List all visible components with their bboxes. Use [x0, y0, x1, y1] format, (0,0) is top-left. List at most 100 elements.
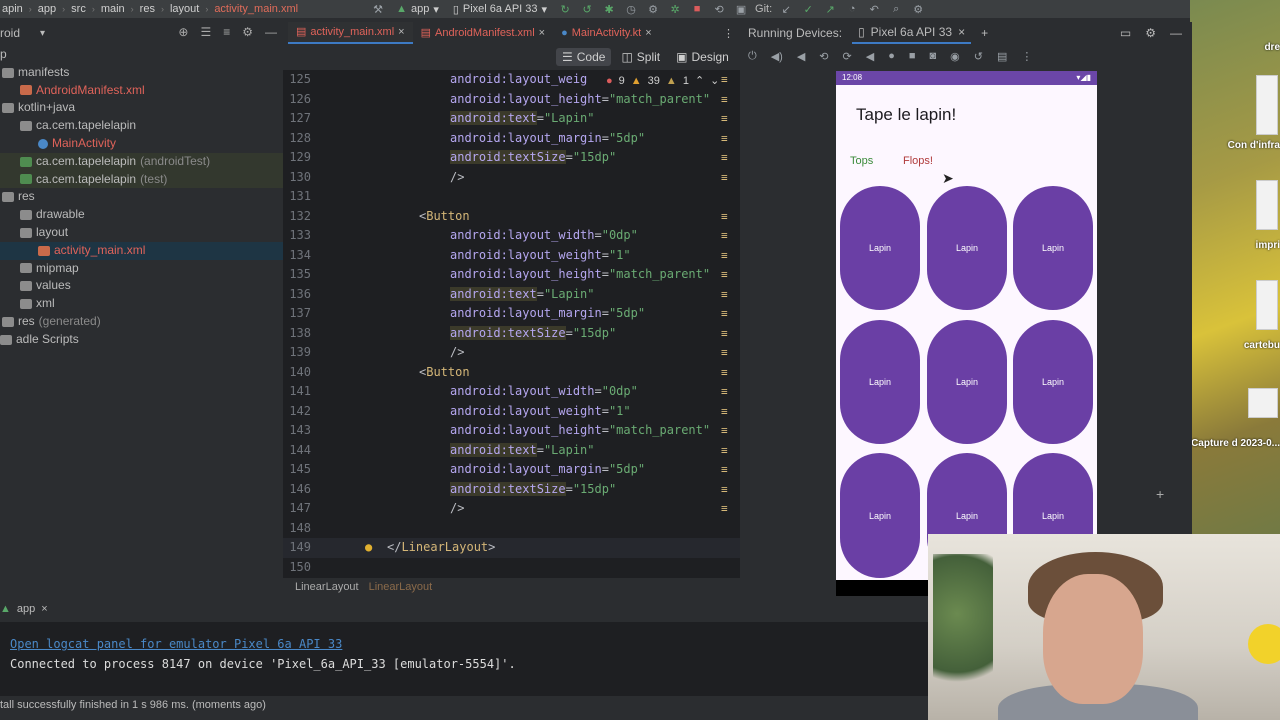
desktop-image-icon[interactable]	[1248, 388, 1278, 418]
close-icon[interactable]: ×	[958, 21, 965, 43]
tree-item[interactable]: ca.cem.tapelelapin (test)	[0, 170, 283, 189]
tree-item[interactable]: drawable	[0, 206, 283, 224]
lapin-button[interactable]: Lapin	[840, 186, 920, 310]
split-mode-button[interactable]: ◫ Split	[615, 48, 666, 66]
breadcrumb-project[interactable]: apin	[2, 3, 23, 15]
code-line[interactable]: 143 android:layout_height="match_parent" ≡	[283, 421, 740, 441]
tree-item[interactable]: adle Scripts	[0, 331, 283, 349]
expand-all-icon[interactable]: ≡	[223, 25, 230, 39]
zoom-in-icon[interactable]: +	[1156, 486, 1164, 502]
git-commit-icon[interactable]: ✓	[800, 3, 816, 16]
desktop-label[interactable]: dre	[1264, 42, 1280, 53]
lapin-button[interactable]: Lapin	[1013, 186, 1093, 310]
code-line[interactable]: 142 android:layout_weight="1" ≡	[283, 402, 740, 422]
minimize-icon[interactable]: —	[1170, 26, 1182, 40]
device-tab[interactable]: ▯ Pixel 6a API 33 ×	[852, 21, 972, 44]
tab-activity-main[interactable]: ▤ activity_main.xml ×	[288, 22, 413, 44]
close-icon[interactable]: ×	[645, 22, 651, 44]
code-line[interactable]: 129 android:textSize="15dp" ≡	[283, 148, 740, 168]
power-icon[interactable]: ⏻	[748, 50, 757, 63]
camera-icon[interactable]: ◙	[930, 50, 937, 63]
volume-down-icon[interactable]: ◀	[797, 50, 805, 63]
code-line[interactable]: 137 android:layout_margin="5dp" ≡	[283, 304, 740, 324]
lapin-button[interactable]: Lapin	[1013, 320, 1093, 444]
record-icon[interactable]: ◉	[950, 50, 960, 63]
tab-main-activity[interactable]: ● MainActivity.kt ×	[553, 22, 660, 44]
breadcrumb-main[interactable]: main	[101, 3, 125, 15]
add-device-icon[interactable]: +	[981, 26, 988, 40]
chevron-up-icon[interactable]: ⌃	[695, 74, 704, 87]
code-line[interactable]: 126 android:layout_height="match_parent" ≡	[283, 90, 740, 110]
locate-icon[interactable]: ⊕	[178, 25, 188, 39]
breadcrumb-root[interactable]: LinearLayout	[295, 581, 359, 593]
tree-item[interactable]: MainActivity	[0, 135, 283, 153]
code-line[interactable]: 138 android:textSize="15dp" ≡	[283, 324, 740, 344]
run-tool-tab[interactable]: ▲ app ×	[0, 600, 740, 618]
code-line[interactable]: 127 android:text="Lapin" ≡	[283, 109, 740, 129]
sync-icon[interactable]: ⟲	[711, 3, 727, 16]
close-icon[interactable]: ×	[398, 21, 404, 43]
chevron-down-icon[interactable]: ⌄	[710, 74, 719, 87]
tree-item[interactable]: layout	[0, 224, 283, 242]
apply-changes-icon[interactable]: ↺	[579, 3, 595, 16]
code-line[interactable]: 135 android:layout_height="match_parent" ≡	[283, 265, 740, 285]
snapshot-icon[interactable]: ↺	[974, 50, 983, 63]
breadcrumb-file[interactable]: activity_main.xml	[214, 3, 298, 15]
code-line[interactable]: 136 android:text="Lapin" ≡	[283, 285, 740, 305]
tree-item[interactable]: res (generated)	[0, 313, 283, 331]
device-select[interactable]: ▯ Pixel 6a API 33 ▾	[449, 3, 551, 16]
code-mode-button[interactable]: ☰ Code	[556, 48, 612, 66]
extended-controls-icon[interactable]: ▤	[997, 50, 1007, 63]
lapin-button[interactable]: Lapin	[927, 320, 1007, 444]
code-line[interactable]: 144 android:text="Lapin" ≡	[283, 441, 740, 461]
desktop-file-icon[interactable]	[1256, 75, 1278, 135]
volume-up-icon[interactable]: ◀)	[771, 50, 783, 63]
code-line[interactable]: 147 /> ≡	[283, 499, 740, 519]
rerun-icon[interactable]: ↻	[557, 3, 573, 16]
tree-item[interactable]: ca.cem.tapelelapin	[0, 117, 283, 135]
gear-icon[interactable]: ⚙	[1145, 26, 1156, 40]
desktop-label[interactable]: impri	[1256, 240, 1280, 251]
tree-item[interactable]: manifests	[0, 64, 283, 82]
desktop-label[interactable]: Capture d 2023-0...	[1190, 438, 1280, 449]
design-mode-button[interactable]: ▣ Design	[670, 48, 735, 66]
code-line[interactable]: 150	[283, 558, 740, 578]
breadcrumb-layout[interactable]: layout	[170, 3, 199, 15]
tree-item[interactable]: p	[0, 46, 283, 64]
code-line[interactable]: 130 /> ≡	[283, 168, 740, 188]
tree-item[interactable]: res	[0, 188, 283, 206]
hammer-icon[interactable]: ⚒	[370, 3, 386, 16]
window-layout-icon[interactable]: ▭	[1120, 26, 1131, 40]
code-line[interactable]: 145 android:layout_margin="5dp" ≡	[283, 460, 740, 480]
history-icon[interactable]: ◔	[844, 3, 860, 15]
desktop-label[interactable]: Con d'infra	[1190, 140, 1280, 151]
tree-item[interactable]: activity_main.xml	[0, 241, 283, 260]
close-icon[interactable]: ×	[539, 22, 545, 44]
undo-icon[interactable]: ↶	[866, 3, 882, 16]
desktop-file-icon[interactable]	[1256, 280, 1278, 330]
code-editor[interactable]: 125 android:layout_weig ≡ 126 android:layout…	[283, 70, 740, 578]
collapse-all-icon[interactable]: ☰	[200, 25, 211, 39]
tree-item[interactable]: xml	[0, 295, 283, 313]
run-config-select[interactable]: ▲ app ▾	[392, 3, 443, 16]
tree-item[interactable]: kotlin+java	[0, 99, 283, 117]
tab-android-manifest[interactable]: ▤ AndroidManifest.xml ×	[413, 22, 554, 44]
back-icon[interactable]: ◀	[866, 50, 874, 63]
tree-item[interactable]: AndroidManifest.xml	[0, 82, 283, 100]
lapin-button[interactable]: Lapin	[927, 186, 1007, 310]
code-line[interactable]: 131	[283, 187, 740, 207]
breadcrumb-child[interactable]: LinearLayout	[369, 581, 433, 593]
inspection-widget[interactable]: ● 9 ▲ 39 ▲ 1 ⌃ ⌄	[606, 74, 719, 88]
gear-icon[interactable]: ⚙	[242, 25, 253, 39]
logcat-link[interactable]: Open logcat panel for emulator Pixel 6a …	[10, 637, 342, 651]
breadcrumb-res[interactable]: res	[140, 3, 155, 15]
desktop-file-icon[interactable]	[1256, 180, 1278, 230]
code-line[interactable]: 149 </LinearLayout> ●	[283, 538, 740, 558]
chevron-down-icon[interactable]: ▾	[40, 28, 45, 39]
code-line[interactable]: 128 android:layout_margin="5dp" ≡	[283, 129, 740, 149]
code-line[interactable]: 141 android:layout_width="0dp" ≡	[283, 382, 740, 402]
overview-icon[interactable]: ■	[909, 50, 916, 63]
code-line[interactable]: 146 android:textSize="15dp" ≡	[283, 480, 740, 500]
stop-icon[interactable]: ■	[689, 3, 705, 15]
desktop-label[interactable]: cartebu	[1244, 340, 1280, 351]
